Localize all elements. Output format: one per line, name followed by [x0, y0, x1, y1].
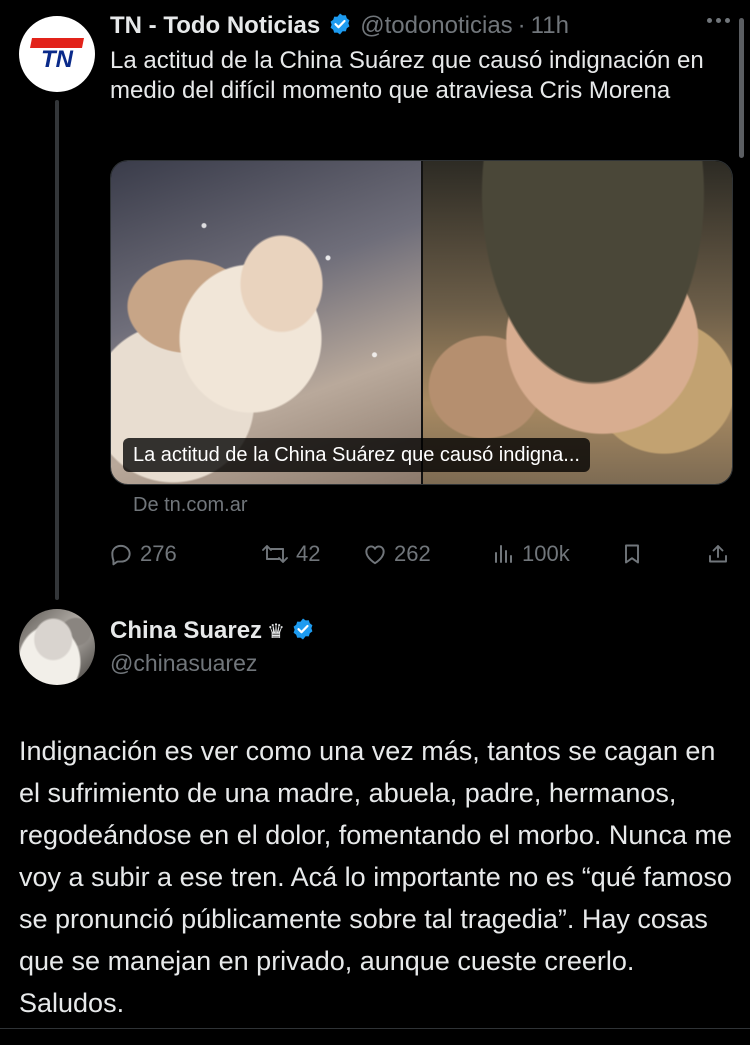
card-image-right	[423, 161, 732, 484]
reply-button[interactable]: 276	[108, 536, 177, 572]
bookmark-button[interactable]	[620, 536, 650, 572]
tweet-time[interactable]: 11h	[531, 12, 569, 40]
tn-logo-text: TN	[41, 46, 74, 73]
tweet-actions: 276 42 262 100k	[108, 536, 733, 572]
tweet2-header: China Suarez ♛	[110, 614, 323, 648]
thread-line	[55, 100, 59, 600]
share-icon	[709, 545, 727, 563]
retweet-icon	[262, 545, 288, 563]
bookmark-icon	[625, 544, 639, 564]
divider	[0, 1028, 750, 1029]
separator-dot: ·	[517, 12, 526, 39]
tn-logo-icon: TN	[30, 38, 84, 73]
more-icon[interactable]	[707, 18, 730, 23]
author-handle[interactable]: @todonoticias	[360, 12, 512, 40]
retweet-count: 42	[296, 541, 321, 566]
views-button[interactable]: 100k	[492, 536, 570, 572]
like-button[interactable]: 262	[362, 536, 431, 572]
reply-icon	[111, 544, 131, 566]
views-icon	[495, 545, 512, 563]
verified-badge-icon	[291, 617, 315, 646]
author-name[interactable]: China Suarez	[110, 617, 262, 645]
avatar-tn[interactable]: TN	[19, 16, 95, 92]
tweet-tn[interactable]: TN TN - Todo Noticias @todonoticias · 11…	[0, 0, 750, 600]
card-image-left	[111, 161, 421, 484]
crown-icon: ♛	[267, 620, 285, 643]
link-card[interactable]: La actitud de la China Suárez que causó …	[110, 160, 733, 485]
author-name[interactable]: TN - Todo Noticias	[110, 12, 320, 40]
share-button[interactable]	[706, 536, 736, 572]
tweet-text: Indignación es ver como una vez más, tan…	[19, 736, 732, 1018]
retweet-button[interactable]: 42	[260, 536, 320, 572]
verified-badge-icon	[328, 12, 352, 41]
tweet-text: La actitud de la China Suárez que causó …	[110, 47, 704, 104]
author-handle[interactable]: @chinasuarez	[110, 650, 257, 677]
avatar-china-suarez[interactable]	[19, 609, 95, 685]
like-icon	[365, 545, 385, 565]
reply-count: 276	[140, 541, 177, 566]
tweet-header: TN - Todo Noticias @todonoticias · 11h	[110, 10, 569, 42]
views-count: 100k	[522, 541, 570, 566]
card-source[interactable]: De tn.com.ar	[133, 494, 247, 517]
card-caption: La actitud de la China Suárez que causó …	[123, 438, 590, 472]
like-count: 262	[394, 541, 431, 566]
